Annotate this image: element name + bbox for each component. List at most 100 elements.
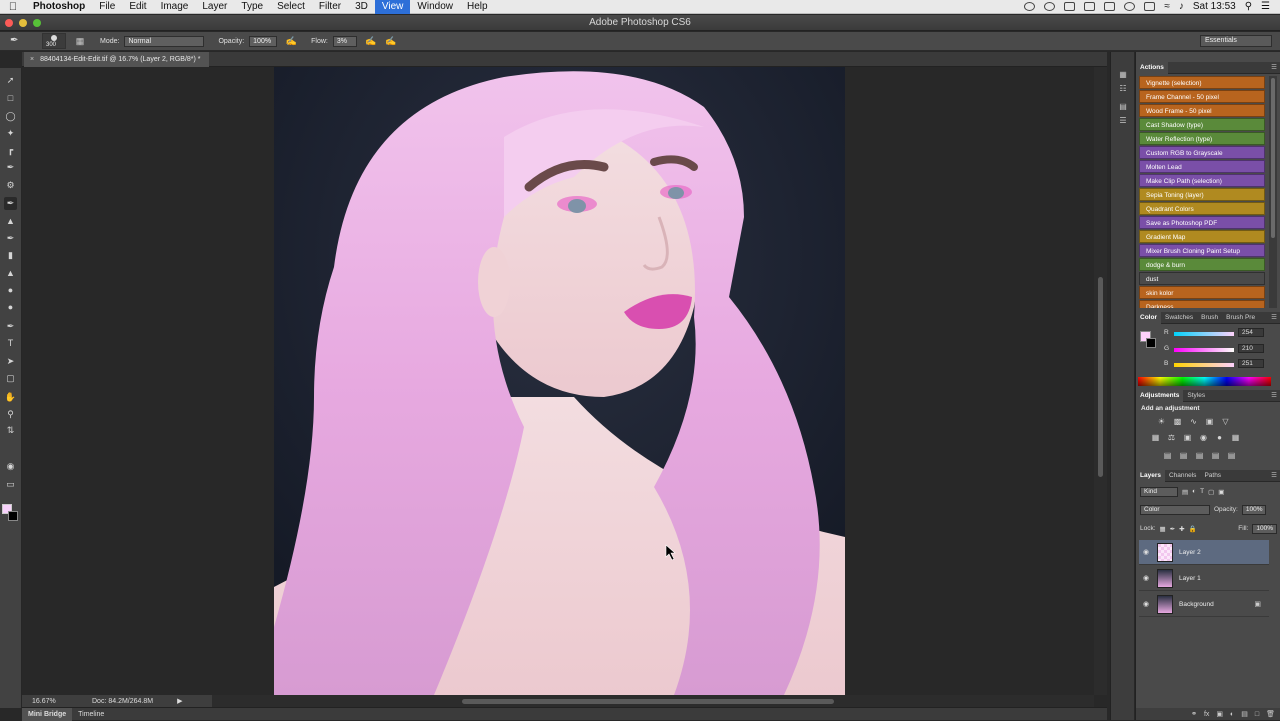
action-item[interactable]: Cast Shadow (type) [1139,118,1265,131]
invert-icon[interactable]: ▤ [1162,451,1173,461]
actions-scrollbar[interactable] [1269,76,1277,308]
hue-saturation-icon[interactable]: ▦ [1150,433,1161,443]
menu-view[interactable]: View [374,0,411,14]
flow-field[interactable]: 3% [332,35,357,47]
filter-pixel-icon[interactable]: ▤ [1182,488,1188,496]
action-item[interactable]: Vignette (selection) [1139,76,1265,89]
menu-file[interactable]: File [92,0,122,14]
pressure-size-icon[interactable]: ✍ [385,35,397,47]
blue-value-field[interactable]: 251 [1238,359,1264,368]
type-tool-icon[interactable]: T [4,337,17,350]
zoom-tool-icon[interactable]: ⚲ [4,408,17,421]
shape-tool-icon[interactable]: ▢ [4,372,17,385]
actions-panel-menu-icon[interactable]: ☰ [1267,62,1280,74]
tab-brush-presets[interactable]: Brush Pre [1222,312,1259,324]
upload-icon[interactable] [1084,2,1096,11]
brush-tool-icon[interactable]: ✒ [4,197,17,210]
crop-tool-icon[interactable]: ┏ [4,144,17,157]
creative-cloud-icon[interactable] [1044,2,1056,11]
blend-mode-select[interactable]: Color [1140,504,1210,515]
apple-menu-icon[interactable]:  [0,1,26,13]
action-item[interactable]: Frame Channel - 50 pixel [1139,90,1265,103]
eyedropper-tool-icon[interactable]: ✒ [4,161,17,174]
visibility-eye-icon[interactable]: ◉ [1139,548,1153,556]
airplay-icon[interactable] [1104,2,1116,11]
color-spectrum-ramp[interactable] [1138,377,1271,386]
horizontal-scroll-thumb[interactable] [462,699,834,704]
action-item[interactable]: dust [1139,272,1265,285]
action-item[interactable]: Quadrant Colors [1139,202,1265,215]
layer-row[interactable]: ◉ Background ▣ [1139,592,1269,617]
document-tab[interactable]: × 88404134-Edit-Edit.tif @ 16.7% (Layer … [24,52,209,67]
levels-icon[interactable]: ▩ [1172,417,1183,427]
airbrush-icon[interactable]: ✍ [365,35,377,47]
vertical-scroll-thumb[interactable] [1098,277,1103,477]
opacity-field[interactable]: 100% [249,35,278,47]
action-item[interactable]: Molten Lead [1139,160,1265,173]
layer-name[interactable]: Layer 2 [1179,549,1201,556]
marquee-tool-icon[interactable]: □ [4,92,17,105]
wifi-icon[interactable]: ≈ [1164,1,1170,12]
time-machine-icon[interactable] [1124,2,1136,11]
layer-kind-filter[interactable]: Kind [1140,486,1178,497]
layer-opacity-field[interactable]: 100% [1241,504,1267,515]
pen-tool-icon[interactable]: ✒ [4,320,17,333]
menu-layer[interactable]: Layer [195,0,234,14]
lock-image-icon[interactable]: ✒ [1170,525,1175,533]
action-item[interactable]: Sepia Toning (layer) [1139,188,1265,201]
action-item[interactable]: Save as Photoshop PDF [1139,216,1265,229]
visibility-eye-icon[interactable]: ◉ [1139,574,1153,582]
canvas-area[interactable] [22,67,1107,695]
action-item[interactable]: Custom RGB to Grayscale [1139,146,1265,159]
menu-select[interactable]: Select [270,0,312,14]
red-value-field[interactable]: 254 [1238,328,1264,337]
lock-position-icon[interactable]: ✚ [1179,525,1184,533]
zoom-level-field[interactable]: 16.67% [22,698,56,705]
properties-panel-icon[interactable]: ☷ [1117,84,1129,95]
blue-slider[interactable] [1174,363,1234,367]
menu-window[interactable]: Window [410,0,460,14]
action-item[interactable]: Water Reflection (type) [1139,132,1265,145]
eraser-tool-icon[interactable]: ▮ [4,249,17,262]
paint-bucket-tool-icon[interactable]: ▲ [4,267,17,280]
background-color-swatch[interactable] [8,511,18,521]
action-item[interactable]: Wood Frame - 50 pixel [1139,104,1265,117]
layer-name[interactable]: Layer 1 [1179,575,1201,582]
new-adjustment-layer-icon[interactable]: ◐ [1230,711,1234,718]
record-icon[interactable] [1024,2,1036,11]
lasso-tool-icon[interactable]: ◯ [4,110,17,123]
swap-colors-icon[interactable]: ⇅ [4,424,17,437]
action-item[interactable]: Gradient Map [1139,230,1265,243]
layer-row[interactable]: ◉ Layer 1 [1139,566,1269,591]
healing-brush-tool-icon[interactable]: ⚙ [4,179,17,192]
screen-mode-icon[interactable]: ▭ [4,478,17,491]
vibrance-icon[interactable]: ▽ [1220,417,1231,427]
layer-name[interactable]: Background [1179,601,1214,608]
menu-app[interactable]: Photoshop [26,0,92,14]
clock-text[interactable]: Sat 13:53 [1193,1,1236,12]
selective-color-icon[interactable]: ▤ [1210,451,1221,461]
tab-color[interactable]: Color [1136,311,1161,324]
brush-tool-preset-icon[interactable]: ✒ [10,34,24,48]
delete-layer-icon[interactable]: 🗑 [1266,710,1275,718]
layer-style-icon[interactable]: fx [1204,711,1209,718]
menu-edit[interactable]: Edit [122,0,153,14]
move-tool-icon[interactable]: ➚ [4,74,17,87]
channel-mixer-icon[interactable]: ● [1214,433,1225,443]
tab-swatches[interactable]: Swatches [1161,312,1197,324]
tab-actions[interactable]: Actions [1136,61,1168,74]
posterize-icon[interactable]: ▤ [1178,451,1189,461]
menu-type[interactable]: Type [234,0,270,14]
lock-all-icon[interactable]: 🔒 [1189,525,1197,533]
actions-scroll-thumb[interactable] [1271,78,1275,238]
link-layers-icon[interactable]: ⚭ [1191,710,1197,718]
lock-transparent-icon[interactable]: ▦ [1160,525,1166,533]
layer-fill-field[interactable]: 100% [1252,523,1277,534]
action-item[interactable]: skin kolor [1139,286,1265,299]
gradient-map-icon[interactable]: ▤ [1226,451,1237,461]
photo-filter-icon[interactable]: ◉ [1198,433,1209,443]
info-panel-icon[interactable]: ▤ [1117,102,1129,113]
blur-tool-icon[interactable]: ● [4,284,17,297]
quick-mask-icon[interactable]: ◉ [4,460,17,473]
green-value-field[interactable]: 210 [1238,344,1264,353]
